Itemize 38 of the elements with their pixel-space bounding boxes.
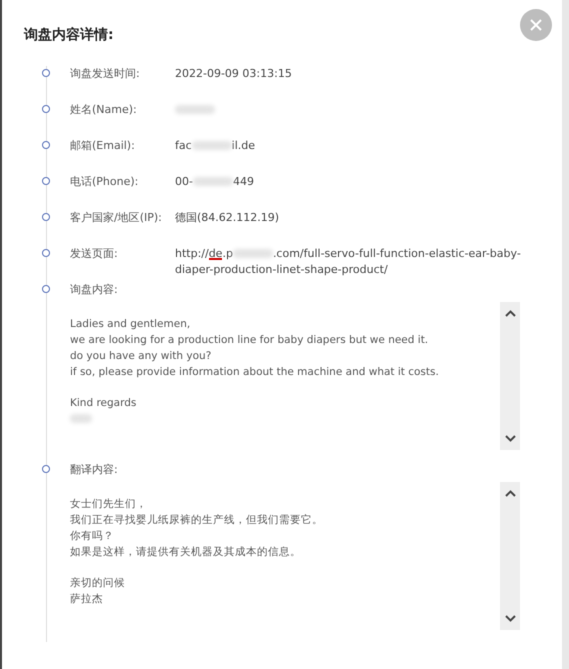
message-line: 你有吗？ — [70, 529, 114, 544]
scroll-down-icon[interactable] — [504, 615, 516, 622]
message-line: 如果是这样，请提供有关机器及其成本的信息。 — [70, 545, 301, 560]
section-label: 询盘内容: — [70, 282, 118, 298]
dialog-title: 询盘内容详情: — [24, 26, 114, 44]
field-value: 德国(84.62.112.19) — [175, 210, 280, 226]
scroll-up-icon[interactable] — [504, 490, 516, 497]
field-label: 询盘发送时间: — [70, 66, 141, 82]
message-line: 我们正在寻找婴儿纸尿裤的生产线，但我们需要它。 — [70, 513, 323, 528]
message-line: 女士们先生们， — [70, 497, 147, 512]
field-label: 邮箱(Email): — [70, 138, 136, 154]
timeline-dot — [42, 285, 50, 293]
section-label: 翻译内容: — [70, 462, 118, 478]
field-value: 2022-09-09 03:13:15 — [175, 66, 292, 82]
timeline-dot — [42, 213, 50, 221]
timeline-dot — [42, 465, 50, 473]
message-line: do you have any with you? — [70, 349, 212, 364]
scroll-down-icon[interactable] — [504, 435, 516, 442]
message-line: 亲切的问候 — [70, 576, 125, 591]
scroll-up-icon[interactable] — [504, 310, 516, 317]
message-line: Kind regards — [70, 396, 136, 411]
message-line: 萨拉杰 — [70, 592, 103, 607]
timeline-dot — [42, 177, 50, 185]
message-line: we are looking for a production line for baby diapers but we need it. — [70, 333, 428, 348]
field-label: 姓名(Name): — [70, 102, 138, 118]
timeline-dot — [42, 141, 50, 149]
message-line: Ladies and gentlemen, — [70, 317, 190, 332]
field-value: fac il.de — [175, 138, 256, 154]
timeline-dot — [42, 105, 50, 113]
field-label: 电话(Phone): — [70, 174, 140, 190]
timeline-dot — [42, 249, 50, 257]
message-line: if so, please provide information about the machine and what it costs. — [70, 365, 439, 380]
field-value: http://de.p .com/full-servo-full-function-elastic-ear-baby-diaper-production-linet-shape-product/ — [175, 246, 522, 278]
field-label: 发送页面: — [70, 246, 119, 262]
timeline-dot — [42, 69, 50, 77]
field-value: 00- 449 — [175, 174, 254, 190]
close-icon — [530, 19, 542, 31]
field-label: 客户国家/地区(IP): — [70, 210, 163, 226]
